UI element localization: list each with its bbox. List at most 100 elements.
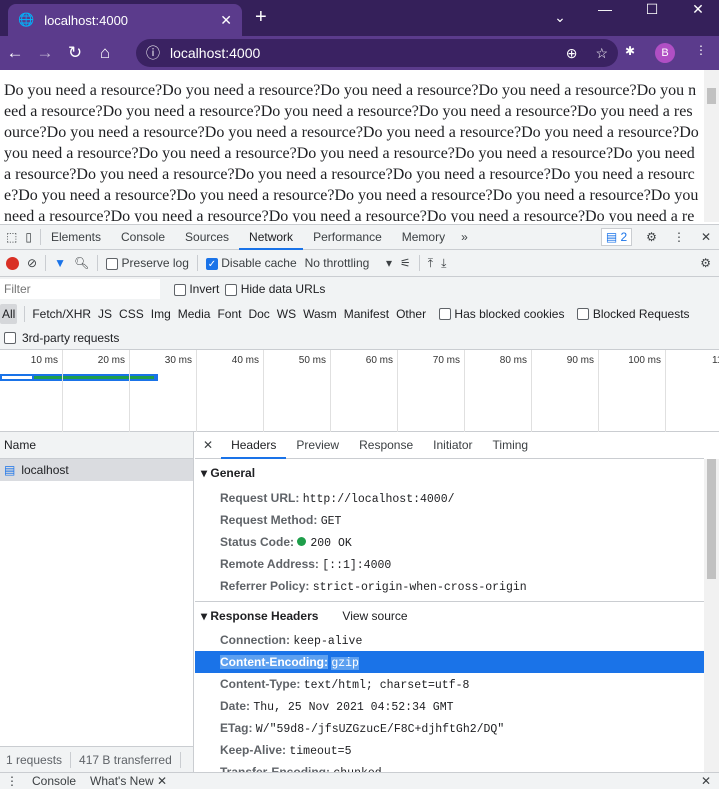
tab-elements[interactable]: Elements <box>41 225 111 250</box>
type-filter-wasm[interactable]: Wasm <box>303 307 337 321</box>
header-row[interactable]: Content-Type: text/html; charset=utf-8 <box>195 673 704 695</box>
drawer-menu-icon[interactable]: ⋮ <box>6 774 18 788</box>
type-filter-font[interactable]: Font <box>217 307 241 321</box>
zoom-icon[interactable]: ⊕ <box>566 45 578 62</box>
header-row[interactable]: Remote Address: [::1]:4000 <box>195 553 704 575</box>
close-tab-icon[interactable]: ✕ <box>220 12 232 29</box>
type-filter-fetchxhr[interactable]: Fetch/XHR <box>32 307 91 321</box>
disable-cache-checkbox[interactable]: ✓ Disable cache <box>205 256 297 270</box>
search-icon[interactable]: 🔍︎ <box>74 256 89 270</box>
import-har-icon[interactable]: ⤒ <box>428 256 433 271</box>
header-key: Request Method: <box>220 513 318 527</box>
header-row[interactable]: Content-Encoding: gzip <box>195 651 704 673</box>
type-filter-all[interactable]: All <box>0 303 18 324</box>
tab-search-icon[interactable]: ⌄ <box>540 10 580 24</box>
timeline-tick: 20 ms <box>62 350 129 432</box>
view-source-link[interactable]: View source <box>342 609 407 623</box>
hide-data-urls-checkbox[interactable]: Hide data URLs <box>225 282 325 296</box>
drawer-tab-console[interactable]: Console <box>32 774 76 788</box>
type-filter-ws[interactable]: WS <box>277 307 296 321</box>
header-row[interactable]: Transfer-Encoding: chunked <box>195 761 704 772</box>
network-settings-icon[interactable]: ⚙ <box>700 256 719 270</box>
tab-network[interactable]: Network <box>239 225 304 250</box>
issues-count: 2 <box>620 230 628 244</box>
url-text[interactable]: localhost:4000 <box>170 45 260 61</box>
header-row[interactable]: Keep-Alive: timeout=5 <box>195 739 704 761</box>
home-icon[interactable]: ⌂ <box>90 43 120 63</box>
tab-timing[interactable]: Timing <box>483 432 539 459</box>
filter-input[interactable] <box>0 279 160 299</box>
tab-preview[interactable]: Preview <box>286 432 349 459</box>
inspect-icon[interactable]: ⬚ <box>0 230 23 244</box>
type-filter-other[interactable]: Other <box>396 307 426 321</box>
header-row[interactable]: Date: Thu, 25 Nov 2021 04:52:34 GMT <box>195 695 704 717</box>
close-devtools-icon[interactable]: ✕ <box>693 230 719 244</box>
header-key: Connection: <box>220 633 290 647</box>
new-tab-button[interactable]: + <box>255 6 267 29</box>
tab-sources[interactable]: Sources <box>175 225 239 250</box>
clear-icon[interactable]: ⊘ <box>27 256 37 270</box>
close-window-button[interactable]: ✕ <box>678 2 718 16</box>
record-icon[interactable] <box>6 256 19 270</box>
response-headers-section-header[interactable]: ▾ Response Headers View source <box>195 601 704 629</box>
tab-console[interactable]: Console <box>111 225 175 250</box>
settings-icon[interactable]: ⚙ <box>632 230 665 244</box>
type-filter-css[interactable]: CSS <box>119 307 144 321</box>
type-filter-doc[interactable]: Doc <box>248 307 269 321</box>
extensions-icon[interactable]: ✱ <box>625 44 635 58</box>
type-filter-img[interactable]: Img <box>151 307 171 321</box>
filter-icon[interactable]: ▼ <box>54 256 66 270</box>
invert-checkbox[interactable]: Invert <box>174 282 219 296</box>
header-row[interactable]: Status Code: 200 OK <box>195 531 704 553</box>
header-row[interactable]: Referrer Policy: strict-origin-when-cros… <box>195 575 704 597</box>
close-drawer-icon[interactable]: ✕ <box>701 774 719 788</box>
tab-headers[interactable]: Headers <box>221 432 287 459</box>
timeline-overview[interactable]: 10 ms 20 ms 30 ms 40 ms 50 ms 60 ms 70 ms 80 ms… <box>0 350 719 432</box>
drawer-tab-whats-new[interactable]: What's New ✕ <box>90 774 167 788</box>
type-filter-manifest[interactable]: Manifest <box>344 307 389 321</box>
reload-icon[interactable]: ↻ <box>60 43 90 63</box>
browser-tab[interactable]: 🌐 localhost:4000 ✕ <box>8 4 242 36</box>
device-toolbar-icon[interactable]: ▯ <box>23 230 40 244</box>
has-blocked-cookies-checkbox[interactable]: Has blocked cookies <box>439 307 564 321</box>
third-party-checkbox[interactable]: 3rd-party requests <box>22 331 119 345</box>
close-detail-icon[interactable]: ✕ <box>195 438 221 452</box>
tick-label: 10 ms <box>30 355 58 366</box>
name-column-header[interactable]: Name <box>0 432 193 459</box>
tab-response[interactable]: Response <box>349 432 423 459</box>
export-har-icon[interactable]: ⤓ <box>441 256 446 271</box>
tab-title: localhost:4000 <box>44 12 129 28</box>
back-icon[interactable]: ← <box>0 43 30 63</box>
forward-icon[interactable]: → <box>30 43 60 63</box>
header-row[interactable]: ETag: W/"59d8-/jfsUZGzucE/F8C+djhftGh2/D… <box>195 717 704 739</box>
request-row[interactable]: ▤ localhost <box>0 459 193 481</box>
more-options-icon[interactable]: ⋮ <box>665 230 693 244</box>
tab-initiator[interactable]: Initiator <box>423 432 482 459</box>
bookmark-star-icon[interactable]: ☆ <box>595 45 608 62</box>
menu-icon[interactable]: ⋮ <box>695 43 707 57</box>
more-tabs-icon[interactable]: » <box>455 230 474 244</box>
request-detail: ✕ Headers Preview Response Initiator Tim… <box>195 432 704 772</box>
info-icon[interactable]: ⓘ <box>146 43 160 63</box>
blocked-requests-checkbox-label: Blocked Requests <box>592 306 690 321</box>
type-filter-js[interactable]: JS <box>98 307 112 321</box>
maximize-button[interactable]: ☐ <box>632 2 672 16</box>
tab-memory[interactable]: Memory <box>392 225 455 250</box>
general-section-header[interactable]: ▾ General <box>195 459 704 487</box>
blocked-requests-checkbox[interactable]: Blocked Requests <box>577 306 690 321</box>
header-row[interactable]: Request Method: GET <box>195 509 704 531</box>
omnibox[interactable]: ⓘ localhost:4000 ⊕ ☆ <box>136 39 618 67</box>
minimize-button[interactable]: — <box>585 2 625 16</box>
issues-badge[interactable]: ▤ 2 <box>600 228 633 246</box>
network-conditions-icon[interactable]: ⚟ <box>400 256 411 270</box>
throttling-select[interactable]: No throttling ▾ <box>305 256 392 270</box>
tab-performance[interactable]: Performance <box>303 225 392 250</box>
type-filter-media[interactable]: Media <box>178 307 211 321</box>
detail-scrollbar[interactable] <box>704 459 719 772</box>
page-scrollbar[interactable] <box>704 70 719 222</box>
header-row[interactable]: Request URL: http://localhost:4000/ <box>195 487 704 509</box>
preserve-log-checkbox[interactable]: Preserve log <box>106 256 189 270</box>
avatar[interactable]: B <box>655 43 675 63</box>
timeline-tick: 60 ms <box>330 350 397 432</box>
header-row[interactable]: Connection: keep-alive <box>195 629 704 651</box>
